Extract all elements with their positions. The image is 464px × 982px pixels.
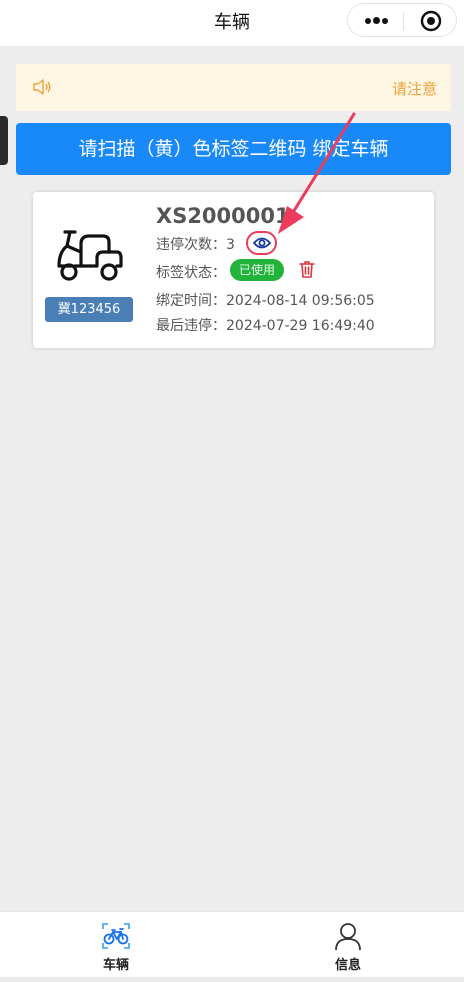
speaker-icon <box>33 79 51 95</box>
view-violations-button[interactable] <box>246 231 277 255</box>
capsule-divider <box>403 12 404 30</box>
tab-vehicles-label: 车辆 <box>102 958 129 973</box>
close-target-icon[interactable] <box>420 10 442 32</box>
mini-program-capsule <box>347 3 457 37</box>
last-violation-row: 最后违停：2024-07-29 16:49:40 <box>156 315 375 335</box>
last-violation-value: 2024-07-29 16:49:40 <box>226 318 375 334</box>
bicycle-icon <box>102 923 130 949</box>
tab-info-label: 信息 <box>334 958 361 973</box>
top-navigation-bar: 车辆 <box>0 0 464 46</box>
vehicle-card[interactable]: 冀123456 XS2000001 违停次数：3 标签状态： 已使用 绑定时间：… <box>33 192 434 348</box>
bind-time-value: 2024-08-14 09:56:05 <box>226 293 375 309</box>
status-badge: 已使用 <box>230 259 284 281</box>
edge-drawer-handle[interactable] <box>0 116 8 165</box>
violations-label: 违停次数： <box>156 237 226 253</box>
more-menu-icon[interactable] <box>365 17 388 24</box>
tab-info[interactable]: 信息 <box>232 912 464 978</box>
violations-count: 3 <box>226 237 235 253</box>
bind-time-row: 绑定时间：2024-08-14 09:56:05 <box>156 290 375 310</box>
bottom-tab-bar: 车辆 信息 <box>0 911 464 982</box>
notice-bar: 请注意 <box>16 64 451 111</box>
delete-trash-icon[interactable] <box>299 260 315 278</box>
scooter-icon <box>57 230 123 281</box>
violations-row: 违停次数：3 <box>156 234 235 254</box>
vehicle-id: XS2000001 <box>156 204 290 228</box>
home-indicator-strip <box>0 977 464 982</box>
eye-icon <box>253 237 271 249</box>
user-icon <box>335 923 361 951</box>
bind-time-label: 绑定时间： <box>156 293 226 309</box>
scan-bind-button[interactable]: 请扫描（黄）色标签二维码 绑定车辆 <box>16 123 451 175</box>
last-violation-label: 最后违停： <box>156 318 226 334</box>
status-label-row: 标签状态： <box>156 262 226 282</box>
tab-vehicles[interactable]: 车辆 <box>0 912 232 978</box>
status-label: 标签状态： <box>156 265 226 281</box>
notice-text[interactable]: 请注意 <box>392 78 437 99</box>
license-plate-badge: 冀123456 <box>45 297 133 322</box>
